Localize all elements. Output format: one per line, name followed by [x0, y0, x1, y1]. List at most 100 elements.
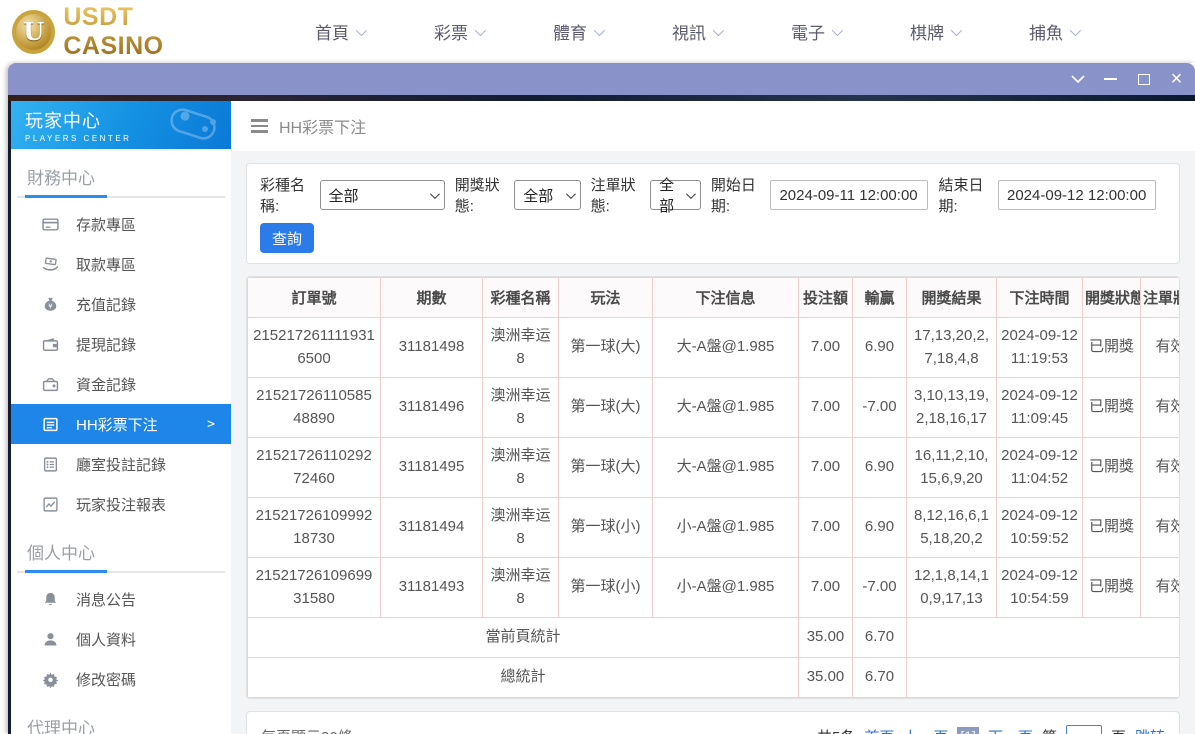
cell-bet-info: 大-A盤@1.985 — [652, 317, 799, 378]
chevron-down-icon — [712, 24, 725, 36]
next-page-link[interactable]: 下一页 — [988, 726, 1033, 734]
jump-label-pre: 第 — [1042, 726, 1057, 734]
nav-item-label: 電子 — [791, 24, 825, 43]
gear-icon — [42, 671, 59, 688]
chevron-down-icon — [565, 188, 576, 199]
hamburger-icon[interactable] — [251, 119, 268, 133]
window-maximize-button[interactable] — [1127, 63, 1160, 95]
cell-bet-amount: 7.00 — [798, 557, 853, 618]
cell-period: 31181494 — [380, 497, 483, 558]
col-header-order-status: 注單狀態 — [1140, 277, 1179, 318]
sidebar-section-1: 個人中心消息公告個人資料修改密碼 — [11, 524, 231, 699]
summary-label: 當前頁統計 — [247, 617, 799, 658]
order-status-select[interactable]: 全部 — [650, 177, 701, 215]
nav-item-lottery[interactable]: 彩票 — [399, 19, 518, 44]
draw-status-value: 全部 — [523, 187, 554, 205]
cell-bet-time: 2024-09-12 11:04:52 — [996, 437, 1083, 498]
cell-play-type: 第一球(大) — [558, 437, 653, 498]
cell-draw-result: 12,1,8,14,10,9,17,13 — [906, 557, 997, 618]
table-row: 2152172611119316500 31181498 澳洲幸运8 第一球(大) 大-… — [247, 317, 1179, 378]
sidebar-item-label: 提現記錄 — [76, 336, 137, 354]
nav-item-label: 首頁 — [315, 24, 349, 43]
sidebar-item-withdraw[interactable]: 取款專區 — [11, 244, 231, 284]
cell-bet-time: 2024-09-12 11:09:45 — [996, 377, 1083, 438]
summary-row: 當前頁統計 35.00 6.70 — [247, 617, 1179, 658]
sidebar-item-label: 修改密碼 — [76, 671, 137, 689]
cell-order-no: 2152172611119316500 — [247, 317, 381, 378]
cell-draw-status: 已開獎 — [1082, 377, 1141, 438]
page: U USDT CASINO 首頁 彩票 體育 視訊 電子 棋牌 捕魚 × 玩家中心 PLAY… — [0, 0, 1195, 734]
lottery-name-select[interactable]: 全部 — [319, 180, 445, 210]
sidebar-item-profile[interactable]: 個人資料 — [11, 619, 231, 659]
sidebar-item-change-password[interactable]: 修改密碼 — [11, 659, 231, 699]
chevron-down-icon — [685, 188, 696, 199]
nav-item-cards[interactable]: 棋牌 — [875, 19, 994, 44]
sidebar-item-player-bet-report[interactable]: 玩家投注報表 — [11, 484, 231, 524]
bets-table: 訂單號期數彩種名稱玩法下注信息投注額輸贏開獎結果下注時間開獎狀態注單狀態 215… — [247, 277, 1179, 698]
table-row: 2152172610969931580 31181493 澳洲幸运8 第一球(小) 小-… — [247, 557, 1179, 618]
col-header-bet-time: 下注時間 — [996, 277, 1083, 318]
page-title: HH彩票下注 — [279, 120, 367, 137]
cell-play-type: 第一球(大) — [558, 377, 653, 438]
sidebar-section-title: 個人中心 — [27, 544, 95, 563]
clipboard-icon — [42, 456, 59, 473]
sidebar-item-label: 個人資料 — [76, 631, 137, 649]
table-row: 2152172610999218730 31181494 澳洲幸运8 第一球(小) 小-… — [247, 497, 1179, 558]
cell-order-status: 有效 — [1140, 377, 1179, 438]
nav-item-slots[interactable]: 電子 — [756, 19, 875, 44]
window-close-button[interactable]: × — [1160, 63, 1193, 95]
sidebar-item-label: 資金記錄 — [76, 376, 137, 394]
current-page-badge: [1] — [957, 727, 979, 734]
cell-bet-amount: 7.00 — [798, 317, 853, 378]
nav-item-fishing[interactable]: 捕魚 — [994, 19, 1113, 44]
sidebar-item-hh-lottery-bets[interactable]: HH彩票下注 > — [11, 404, 231, 444]
col-header-draw-status: 開獎狀態 — [1082, 277, 1141, 318]
window-minimize-button[interactable] — [1094, 63, 1127, 95]
chevron-down-icon — [429, 188, 440, 199]
cell-play-type: 第一球(小) — [558, 557, 653, 618]
jump-page-input[interactable] — [1065, 725, 1102, 734]
sidebar-item-withdrawal-records[interactable]: 提現記錄 — [11, 324, 231, 364]
cell-bet-amount: 7.00 — [798, 437, 853, 498]
nav-item-home[interactable]: 首頁 — [280, 19, 399, 44]
search-button[interactable]: 查詢 — [260, 223, 315, 253]
sidebar-item-recharge-records[interactable]: ¥ 充值記錄 — [11, 284, 231, 324]
cell-play-type: 第一球(小) — [558, 497, 653, 558]
summary-bet-amount: 35.00 — [798, 617, 853, 658]
sidebar: 玩家中心 PLAYERS CENTER 財務中心 存款專區 取款專區 ¥ 充值記錄 提現記… — [11, 101, 231, 734]
cell-bet-time: 2024-09-12 11:19:53 — [996, 317, 1083, 378]
sidebar-item-funds-records[interactable]: 資金記錄 — [11, 364, 231, 404]
summary-empty — [906, 617, 1179, 658]
sidebar-item-room-bet-records[interactable]: 廳室投註記錄 — [11, 444, 231, 484]
nav-item-live[interactable]: 視訊 — [637, 19, 756, 44]
nav-item-label: 體育 — [553, 24, 587, 43]
first-page-link[interactable]: 首页 — [864, 726, 894, 734]
draw-status-select[interactable]: 全部 — [514, 180, 581, 210]
nav-item-sports[interactable]: 體育 — [518, 19, 637, 44]
moneybag-icon: ¥ — [42, 296, 59, 313]
cell-period: 31181493 — [380, 557, 483, 618]
cell-win-loss: -7.00 — [852, 377, 907, 438]
cell-bet-info: 小-A盤@1.985 — [652, 557, 799, 618]
sidebar-item-label: 玩家投注報表 — [76, 496, 167, 514]
sidebar-item-deposit[interactable]: 存款專區 — [11, 204, 231, 244]
start-date-input[interactable] — [770, 180, 929, 210]
brand-name: USDT CASINO — [63, 3, 238, 61]
sidebar-item-announcements[interactable]: 消息公告 — [11, 579, 231, 619]
col-header-bet-amount: 投注額 — [798, 277, 853, 318]
chevron-down-icon — [474, 24, 487, 36]
prev-page-link[interactable]: 上一页 — [903, 726, 948, 734]
total-count: 共5条 — [817, 726, 855, 734]
jump-button[interactable]: 跳转 — [1135, 726, 1165, 734]
col-header-order-no: 訂單號 — [247, 277, 381, 318]
cell-period: 31181498 — [380, 317, 483, 378]
window-chevron-down-icon[interactable] — [1061, 63, 1094, 95]
cell-period: 31181496 — [380, 377, 483, 438]
section-underline — [17, 195, 225, 198]
section-underline — [17, 570, 225, 573]
cell-bet-time: 2024-09-12 10:54:59 — [996, 557, 1083, 618]
sidebar-section-0: 財務中心 存款專區 取款專區 ¥ 充值記錄 提現記錄 資金記錄 HH彩票下注 > 廳室投註記錄 玩家… — [11, 149, 231, 524]
end-date-input[interactable] — [998, 180, 1156, 210]
brand-logo[interactable]: U USDT CASINO — [12, 3, 238, 61]
col-header-play-type: 玩法 — [558, 277, 653, 318]
